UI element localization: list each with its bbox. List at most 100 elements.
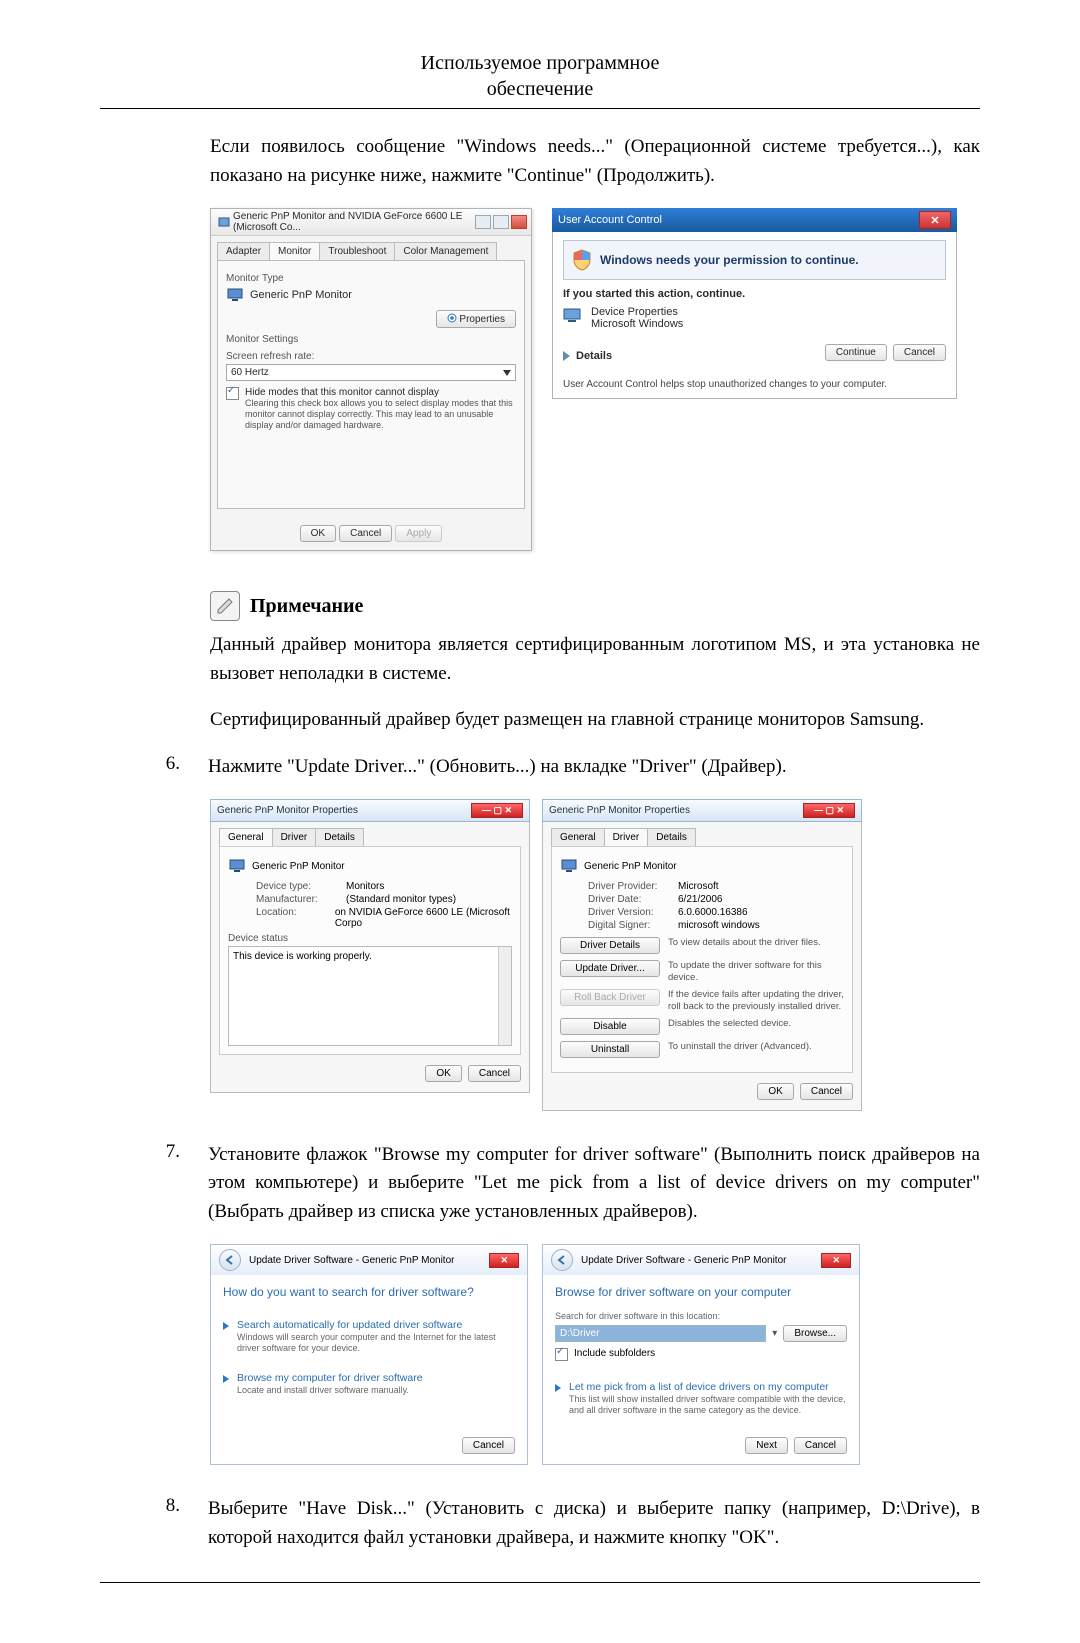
footer-rule <box>100 1582 980 1583</box>
arrow-right-icon <box>555 1384 561 1392</box>
update-driver-wizard-browse: Update Driver Software - Generic PnP Mon… <box>542 1244 860 1465</box>
wizard-breadcrumb: Update Driver Software - Generic PnP Mon… <box>249 1255 454 1266</box>
ok-button[interactable]: OK <box>757 1083 793 1100</box>
refresh-rate-dropdown[interactable]: 60 Hertz <box>226 364 516 381</box>
option-title: Let me pick from a list of device driver… <box>569 1381 847 1393</box>
chevron-down-icon[interactable]: ▾ <box>772 1328 777 1339</box>
next-button[interactable]: Next <box>745 1437 788 1454</box>
back-button[interactable] <box>219 1249 241 1271</box>
cancel-button[interactable]: Cancel <box>893 344 946 361</box>
device-icon <box>563 306 581 324</box>
monitor-name: Generic PnP Monitor <box>252 861 345 872</box>
option-browse-computer[interactable]: Browse my computer for driver software L… <box>223 1372 515 1396</box>
properties-dialog-driver: Generic PnP Monitor Properties — ▢ ✕ Gen… <box>542 799 862 1111</box>
tab-monitor[interactable]: Monitor <box>269 242 320 260</box>
page-header: Используемое программное обеспечение <box>100 50 980 109</box>
driver-details-button[interactable]: Driver Details <box>560 937 660 954</box>
tabs: Adapter Monitor Troubleshoot Color Manag… <box>217 242 525 260</box>
browse-button[interactable]: Browse... <box>783 1325 847 1342</box>
uac-banner-text: Windows needs your permission to continu… <box>600 253 859 267</box>
device-status-text: This device is working properly. <box>233 951 372 962</box>
intro-paragraph: Если появилось сообщение "Windows needs.… <box>100 133 980 190</box>
note-header: Примечание <box>210 591 980 621</box>
uac-dialog: User Account Control ✕ Windows needs you… <box>552 208 957 551</box>
apply-button[interactable]: Apply <box>395 525 442 542</box>
scrollbar[interactable] <box>498 947 511 1045</box>
ok-button[interactable]: OK <box>425 1065 461 1082</box>
monitor-icon <box>560 857 578 875</box>
tab-general[interactable]: General <box>219 828 273 846</box>
option-title: Browse my computer for driver software <box>237 1372 423 1384</box>
manufacturer-label: Manufacturer: <box>256 894 338 905</box>
uninstall-button[interactable]: Uninstall <box>560 1041 660 1058</box>
continue-button[interactable]: Continue <box>825 344 887 361</box>
chevron-right-icon <box>563 351 570 361</box>
close-button[interactable]: — ▢ ✕ <box>471 803 523 818</box>
step-6-number: 6. <box>100 753 180 782</box>
update-driver-button[interactable]: Update Driver... <box>560 960 660 977</box>
step-7-text: Установите флажок "Browse my computer fo… <box>208 1141 980 1227</box>
disable-button[interactable]: Disable <box>560 1018 660 1035</box>
header-line2: обеспечение <box>487 78 593 100</box>
option-auto-search[interactable]: Search automatically for updated driver … <box>223 1319 515 1354</box>
tab-driver[interactable]: Driver <box>604 828 649 846</box>
cancel-button[interactable]: Cancel <box>462 1437 515 1454</box>
uac-banner: Windows needs your permission to continu… <box>563 240 946 280</box>
uninstall-desc: To uninstall the driver (Advanced). <box>668 1041 844 1052</box>
location-label: Location: <box>256 907 327 929</box>
monitor-name: Generic PnP Monitor <box>584 861 677 872</box>
driver-version-value: 6.0.6000.16386 <box>678 907 748 918</box>
cancel-button[interactable]: Cancel <box>339 525 392 542</box>
manufacturer-value: (Standard monitor types) <box>346 894 456 905</box>
tab-driver[interactable]: Driver <box>272 828 317 846</box>
tab-general[interactable]: General <box>551 828 605 846</box>
properties-button[interactable]: Properties <box>436 310 516 328</box>
tab-details[interactable]: Details <box>647 828 696 846</box>
tab-details[interactable]: Details <box>315 828 364 846</box>
monitor-type-label: Monitor Type <box>226 273 516 284</box>
rollback-driver-desc: If the device fails after updating the d… <box>668 989 844 1012</box>
ok-button[interactable]: OK <box>300 525 336 542</box>
close-button[interactable] <box>511 215 527 229</box>
cancel-button[interactable]: Cancel <box>468 1065 521 1082</box>
minimize-button[interactable] <box>475 215 491 229</box>
close-button[interactable]: ✕ <box>919 211 951 229</box>
driver-details-desc: To view details about the driver files. <box>668 937 844 948</box>
option-pick-from-list[interactable]: Let me pick from a list of device driver… <box>555 1381 847 1416</box>
tab-color-management[interactable]: Color Management <box>394 242 497 260</box>
rollback-driver-button[interactable]: Roll Back Driver <box>560 989 660 1006</box>
wizard-heading: How do you want to search for driver sof… <box>223 1285 515 1299</box>
uac-publisher: Microsoft Windows <box>591 318 683 330</box>
uac-details-label: Details <box>576 350 612 362</box>
hide-modes-checkbox[interactable] <box>226 387 239 400</box>
include-subfolders-checkbox[interactable] <box>555 1348 568 1361</box>
device-status-box: This device is working properly. <box>228 946 512 1046</box>
step-8-text: Выберите "Have Disk..." (Установить с ди… <box>208 1495 980 1552</box>
tab-adapter[interactable]: Adapter <box>217 242 270 260</box>
cancel-button[interactable]: Cancel <box>794 1437 847 1454</box>
note-title: Примечание <box>250 595 363 618</box>
note-p1: Данный драйвер монитора является сертифи… <box>100 631 980 688</box>
chevron-down-icon <box>503 370 511 376</box>
back-button[interactable] <box>551 1249 573 1271</box>
update-driver-wizard-search: Update Driver Software - Generic PnP Mon… <box>210 1244 528 1465</box>
digital-signer-label: Digital Signer: <box>588 920 670 931</box>
properties-dialog-general: Generic PnP Monitor Properties — ▢ ✕ Gen… <box>210 799 530 1111</box>
close-button[interactable]: — ▢ ✕ <box>803 803 855 818</box>
uac-details-toggle[interactable]: Details <box>563 350 612 362</box>
search-location-label: Search for driver software in this locat… <box>555 1311 847 1321</box>
option-desc: This list will show installed driver sof… <box>569 1394 847 1416</box>
arrow-right-icon <box>223 1375 229 1383</box>
dialog-title: Generic PnP Monitor Properties <box>549 805 803 816</box>
monitor-icon <box>226 286 244 304</box>
close-button[interactable]: ✕ <box>489 1253 519 1268</box>
driver-provider-label: Driver Provider: <box>588 881 670 892</box>
maximize-button[interactable] <box>493 215 509 229</box>
note-icon <box>210 591 240 621</box>
step-8-number: 8. <box>100 1495 180 1552</box>
tab-troubleshoot[interactable]: Troubleshoot <box>319 242 395 260</box>
path-input[interactable]: D:\Driver <box>555 1325 766 1342</box>
device-status-label: Device status <box>228 933 512 944</box>
cancel-button[interactable]: Cancel <box>800 1083 853 1100</box>
close-button[interactable]: ✕ <box>821 1253 851 1268</box>
